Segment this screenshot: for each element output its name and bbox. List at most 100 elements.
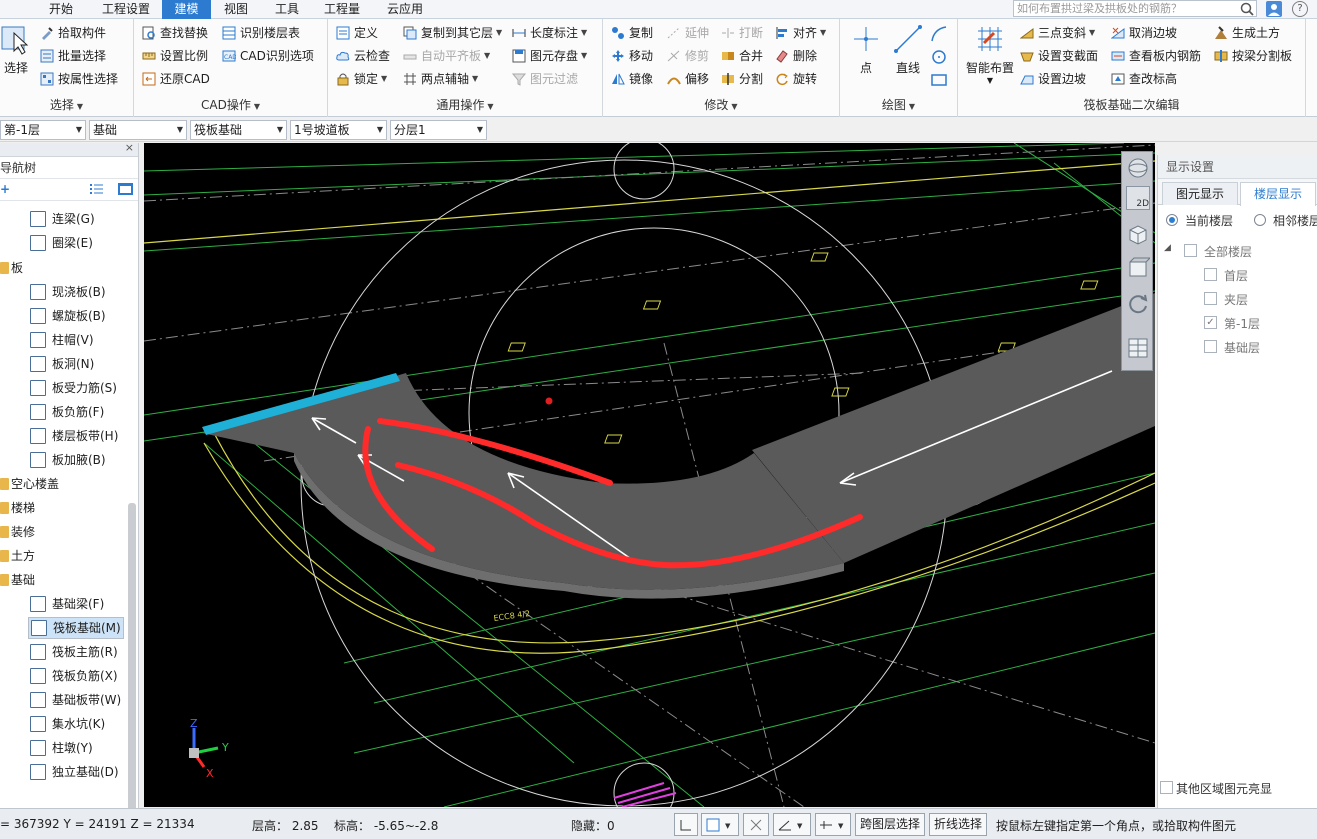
smart-layout-button[interactable]: 智能布置 ▼: [964, 23, 1016, 85]
offset-button[interactable]: 偏移: [667, 69, 709, 89]
tab-element-display[interactable]: 图元显示: [1162, 182, 1238, 205]
trim-button[interactable]: 修剪: [667, 46, 709, 66]
delete-button[interactable]: 删除: [775, 46, 817, 66]
rotate-button[interactable]: 旋转: [775, 69, 817, 89]
pick-component-button[interactable]: 拾取构件: [40, 23, 106, 43]
arc-draw-icon[interactable]: [930, 25, 948, 43]
cloud-check-button[interactable]: 云检查: [336, 46, 390, 66]
three-point-slope-button[interactable]: 三点变斜 ▼: [1019, 23, 1095, 43]
nav-tree-item[interactable]: 筏板基础(M): [28, 617, 124, 639]
close-icon[interactable]: ×: [125, 143, 134, 154]
menu-tab-quantities[interactable]: 工程量: [316, 0, 368, 19]
ribbon-group-modify-label[interactable]: 修改 ▼: [603, 96, 839, 113]
set-slope-button[interactable]: 设置边坡: [1020, 69, 1086, 89]
view-2d-button[interactable]: 2D: [1126, 186, 1150, 210]
floor-checkbox[interactable]: ✓: [1204, 316, 1217, 329]
extend-button[interactable]: 延伸: [667, 23, 709, 43]
nav-folder[interactable]: 板: [0, 257, 23, 279]
tab-floor-display[interactable]: 楼层显示: [1240, 182, 1316, 206]
cancel-slope-button[interactable]: 取消边坡: [1110, 23, 1177, 43]
cad-identify-options-button[interactable]: CAD CAD识别选项: [222, 46, 314, 66]
menu-tab-cloud[interactable]: 云应用: [380, 0, 430, 19]
nav-tree-item[interactable]: 连梁(G): [30, 208, 95, 230]
two-point-axis-button[interactable]: 两点辅轴 ▼: [403, 69, 478, 89]
save-element-button[interactable]: 图元存盘 ▼: [512, 46, 587, 66]
nav-tree-item[interactable]: 柱帽(V): [30, 329, 94, 351]
grid-view-icon[interactable]: [118, 183, 133, 195]
radio-current-floor[interactable]: [1166, 214, 1178, 226]
add-icon[interactable]: +: [0, 182, 10, 196]
nav-tree-item[interactable]: 柱墩(Y): [30, 737, 93, 759]
straight-ramp-slab[interactable]: [752, 293, 1155, 563]
view-3d-icon[interactable]: [1126, 222, 1150, 246]
nav-folder[interactable]: 基础: [0, 569, 35, 591]
point-button[interactable]: 点: [850, 23, 882, 76]
generate-earthwork-button[interactable]: 生成土方: [1214, 23, 1280, 43]
menu-tab-start[interactable]: 开始: [38, 0, 84, 19]
list-view-icon[interactable]: [90, 183, 104, 195]
floor-checkbox[interactable]: [1204, 268, 1217, 281]
radio-adjacent-floor[interactable]: [1254, 214, 1266, 226]
select-by-attribute-button[interactable]: 按属性选择: [40, 69, 118, 89]
rectangle-draw-icon[interactable]: [930, 71, 948, 89]
ribbon-group-cad-label[interactable]: CAD操作 ▼: [134, 96, 327, 113]
other-area-highlight-checkbox[interactable]: [1160, 781, 1173, 794]
nav-tree-item[interactable]: 基础梁(F): [30, 593, 104, 615]
set-variable-section-button[interactable]: 设置变截面: [1020, 46, 1098, 66]
component-type-selector[interactable]: 筏板基础 ▼: [190, 120, 287, 140]
select-button[interactable]: 选择: [0, 23, 32, 76]
drawing-viewport[interactable]: ECC8 4/2 Z Y X: [144, 143, 1155, 807]
floor-checkbox[interactable]: [1204, 292, 1217, 305]
category-selector[interactable]: 基础 ▼: [89, 120, 187, 140]
break-button[interactable]: 打断: [721, 23, 763, 43]
nav-tree-item[interactable]: 现浇板(B): [30, 281, 106, 303]
view-globe-icon[interactable]: [1126, 156, 1150, 180]
length-dimension-button[interactable]: 长度标注 ▼: [512, 23, 587, 43]
nav-tree-item[interactable]: 螺旋板(B): [30, 305, 106, 327]
nav-folder[interactable]: 装修: [0, 521, 35, 543]
nav-folder[interactable]: 土方: [0, 545, 35, 567]
help-icon[interactable]: ?: [1292, 1, 1308, 17]
move-button[interactable]: 移动: [611, 46, 653, 66]
offset-snap-button[interactable]: ▼: [815, 813, 851, 836]
nav-tree-item[interactable]: 圈梁(E): [30, 232, 93, 254]
define-button[interactable]: 定义: [336, 23, 378, 43]
cad-drawing-canvas[interactable]: ECC8 4/2 Z Y X: [144, 143, 1155, 807]
align-button[interactable]: 对齐 ▼: [775, 23, 826, 43]
auto-level-slab-button[interactable]: 自动平齐板 ▼: [403, 46, 490, 66]
nav-tree-item[interactable]: 集水坑(K): [30, 713, 105, 735]
floor-selector[interactable]: 第-1层 ▼: [0, 120, 86, 140]
polyline-select-button[interactable]: 折线选择: [929, 813, 987, 836]
split-slab-by-beam-button[interactable]: 按梁分割板: [1214, 46, 1292, 66]
identify-floor-table-button[interactable]: 识别楼层表: [222, 23, 300, 43]
nav-folder[interactable]: 楼梯: [0, 497, 35, 519]
merge-button[interactable]: 合并: [721, 46, 763, 66]
floor-checkbox[interactable]: [1204, 340, 1217, 353]
nav-tree-item[interactable]: 楼层板带(H): [30, 425, 118, 447]
ribbon-group-select-label[interactable]: 选择 ▼: [0, 96, 133, 113]
tree-collapse-icon[interactable]: ◢: [1164, 243, 1171, 253]
nav-tree-item[interactable]: 筏板主筋(R): [30, 641, 118, 663]
copy-to-other-floors-button[interactable]: 复制到其它层 ▼: [403, 23, 502, 43]
menu-tab-project-settings[interactable]: 工程设置: [94, 0, 158, 19]
nav-tree-item[interactable]: 板洞(N): [30, 353, 94, 375]
lock-button[interactable]: 锁定 ▼: [336, 69, 387, 89]
mirror-button[interactable]: 镜像: [611, 69, 653, 89]
find-replace-button[interactable]: 查找替换: [142, 23, 208, 43]
line-button[interactable]: 直线: [892, 23, 924, 76]
nav-tree-item[interactable]: 基础板带(W): [30, 689, 121, 711]
menu-tab-tools[interactable]: 工具: [268, 0, 306, 19]
angle-snap-button[interactable]: ▼: [773, 813, 811, 836]
component-selector[interactable]: 1号坡道板 ▼: [290, 120, 387, 140]
view-box-icon[interactable]: [1126, 256, 1152, 280]
layer-selector[interactable]: 分层1 ▼: [390, 120, 487, 140]
nav-tree-item[interactable]: 板加腋(B): [30, 449, 106, 471]
cross-cursor-button[interactable]: [743, 813, 769, 836]
view-grid-icon[interactable]: [1126, 336, 1150, 360]
rotate-view-icon[interactable]: [1126, 292, 1150, 316]
nav-tree-item[interactable]: 板负筋(F): [30, 401, 104, 423]
restore-cad-button[interactable]: 还原CAD: [142, 69, 210, 89]
search-icon[interactable]: [1238, 1, 1256, 16]
ortho-mode-button[interactable]: [674, 813, 698, 836]
cross-layer-select-button[interactable]: 跨图层选择: [855, 813, 925, 836]
